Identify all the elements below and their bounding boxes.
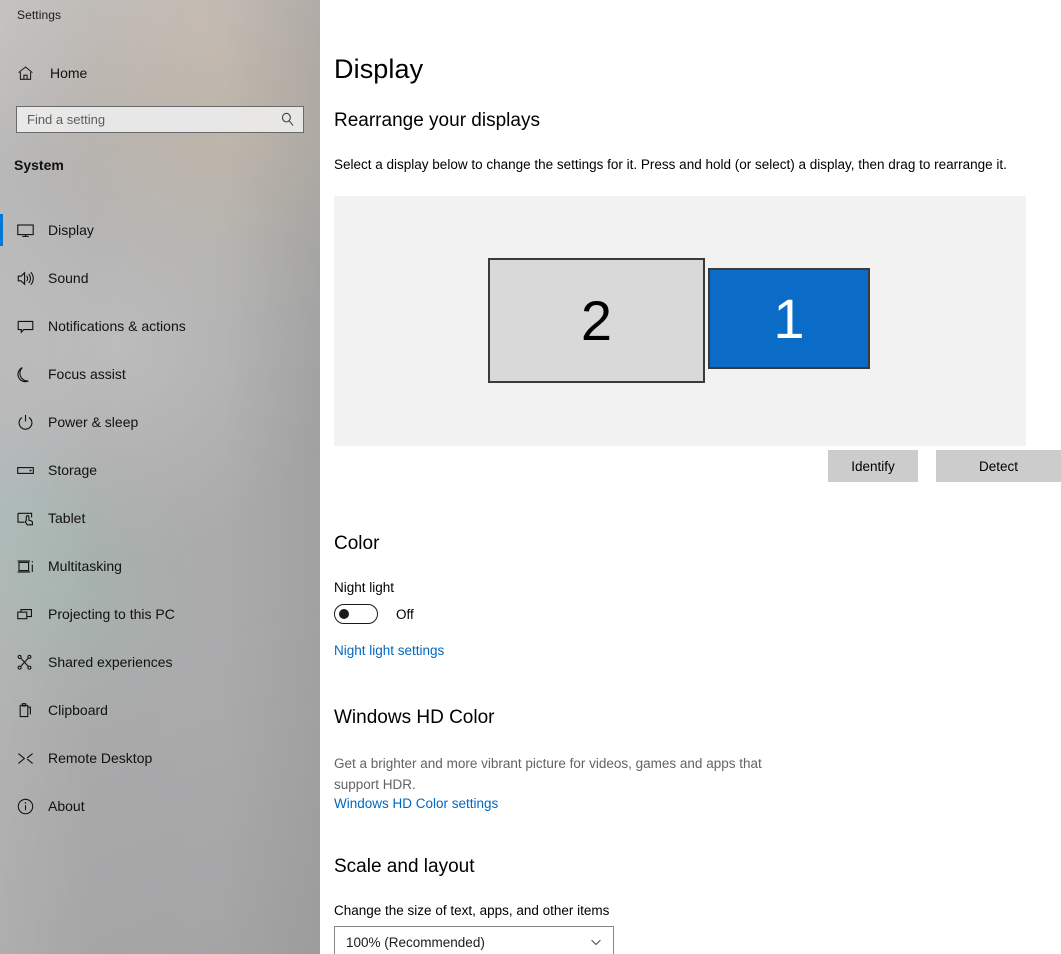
sidebar-home-label: Home: [50, 65, 88, 81]
sidebar-nav-list: Display Sound Notifications & actions Fo…: [0, 206, 320, 830]
scale-layout-heading: Scale and layout: [334, 856, 475, 877]
sidebar-item-label: Sound: [48, 270, 89, 286]
hd-color-heading: Windows HD Color: [334, 707, 495, 728]
sidebar-item-focus-assist[interactable]: Focus assist: [0, 350, 320, 398]
detect-button[interactable]: Detect: [936, 450, 1061, 482]
speaker-icon: [14, 267, 36, 289]
sidebar-item-label: About: [48, 798, 85, 814]
hd-color-settings-link[interactable]: Windows HD Color settings: [334, 796, 498, 811]
multitasking-icon: [14, 555, 36, 577]
sidebar-item-label: Shared experiences: [48, 654, 173, 670]
selection-indicator: [0, 214, 3, 246]
sidebar-item-label: Notifications & actions: [48, 318, 186, 334]
night-light-label: Night light: [334, 580, 395, 595]
display-arrangement-canvas[interactable]: 2 1: [334, 196, 1026, 446]
color-heading: Color: [334, 533, 380, 554]
power-icon: [14, 411, 36, 433]
sidebar-item-home[interactable]: Home: [0, 58, 320, 88]
night-light-toggle[interactable]: [334, 604, 378, 624]
sidebar-item-label: Projecting to this PC: [48, 606, 175, 622]
sidebar-item-sound[interactable]: Sound: [0, 254, 320, 302]
sidebar: Settings Home Find a setting System Disp…: [0, 0, 320, 954]
sidebar-item-label: Remote Desktop: [48, 750, 153, 766]
night-light-state: Off: [396, 606, 414, 622]
drive-icon: [14, 459, 36, 481]
scale-size-value: 100% (Recommended): [346, 934, 485, 950]
sidebar-item-clipboard[interactable]: Clipboard: [0, 686, 320, 734]
display-monitor-1[interactable]: 1: [708, 268, 870, 369]
monitor-icon: [14, 219, 36, 241]
info-icon: [14, 795, 36, 817]
sidebar-item-remote-desktop[interactable]: Remote Desktop: [0, 734, 320, 782]
search-box[interactable]: [16, 106, 304, 133]
sidebar-item-display[interactable]: Display: [0, 206, 320, 254]
hd-color-description: Get a brighter and more vibrant picture …: [334, 756, 762, 792]
sidebar-item-multitasking[interactable]: Multitasking: [0, 542, 320, 590]
night-light-settings-link[interactable]: Night light settings: [334, 643, 444, 658]
identify-button[interactable]: Identify: [828, 450, 918, 482]
display-monitor-number: 1: [773, 286, 805, 350]
notification-icon: [14, 315, 36, 337]
sidebar-item-about[interactable]: About: [0, 782, 320, 830]
clipboard-icon: [14, 699, 36, 721]
scale-size-label: Change the size of text, apps, and other…: [334, 903, 610, 918]
search-input[interactable]: [17, 112, 276, 127]
sidebar-item-label: Tablet: [48, 510, 86, 526]
shared-experiences-icon: [14, 651, 36, 673]
sidebar-item-label: Focus assist: [48, 366, 126, 382]
sidebar-item-shared-experiences[interactable]: Shared experiences: [0, 638, 320, 686]
sidebar-section-label: System: [14, 157, 64, 173]
sidebar-item-storage[interactable]: Storage: [0, 446, 320, 494]
toggle-knob: [339, 609, 349, 619]
main-content: Display Rearrange your displays Select a…: [320, 0, 1061, 954]
sidebar-item-notifications[interactable]: Notifications & actions: [0, 302, 320, 350]
sidebar-item-label: Storage: [48, 462, 98, 478]
sidebar-item-power-sleep[interactable]: Power & sleep: [0, 398, 320, 446]
projecting-icon: [14, 603, 36, 625]
moon-icon: [14, 363, 36, 385]
sidebar-item-label: Display: [48, 222, 94, 238]
sidebar-item-projecting[interactable]: Projecting to this PC: [0, 590, 320, 638]
sidebar-item-label: Multitasking: [48, 558, 122, 574]
sidebar-item-tablet[interactable]: Tablet: [0, 494, 320, 542]
window-title: Settings: [17, 8, 62, 22]
rearrange-description: Select a display below to change the set…: [334, 157, 1007, 172]
settings-window: Settings Home Find a setting System Disp…: [0, 0, 1061, 954]
night-light-toggle-row: Off: [334, 604, 414, 624]
display-monitor-2[interactable]: 2: [488, 258, 705, 383]
search-icon[interactable]: [276, 109, 298, 131]
remote-desktop-icon: [14, 747, 36, 769]
sidebar-item-label: Power & sleep: [48, 414, 139, 430]
home-icon: [16, 64, 34, 82]
display-monitor-number: 2: [580, 288, 613, 352]
chevron-down-icon: [589, 935, 603, 949]
page-title: Display: [334, 54, 424, 84]
sidebar-item-label: Clipboard: [48, 702, 108, 718]
rearrange-heading: Rearrange your displays: [334, 110, 540, 131]
tablet-icon: [14, 507, 36, 529]
scale-size-select[interactable]: 100% (Recommended): [334, 926, 614, 954]
